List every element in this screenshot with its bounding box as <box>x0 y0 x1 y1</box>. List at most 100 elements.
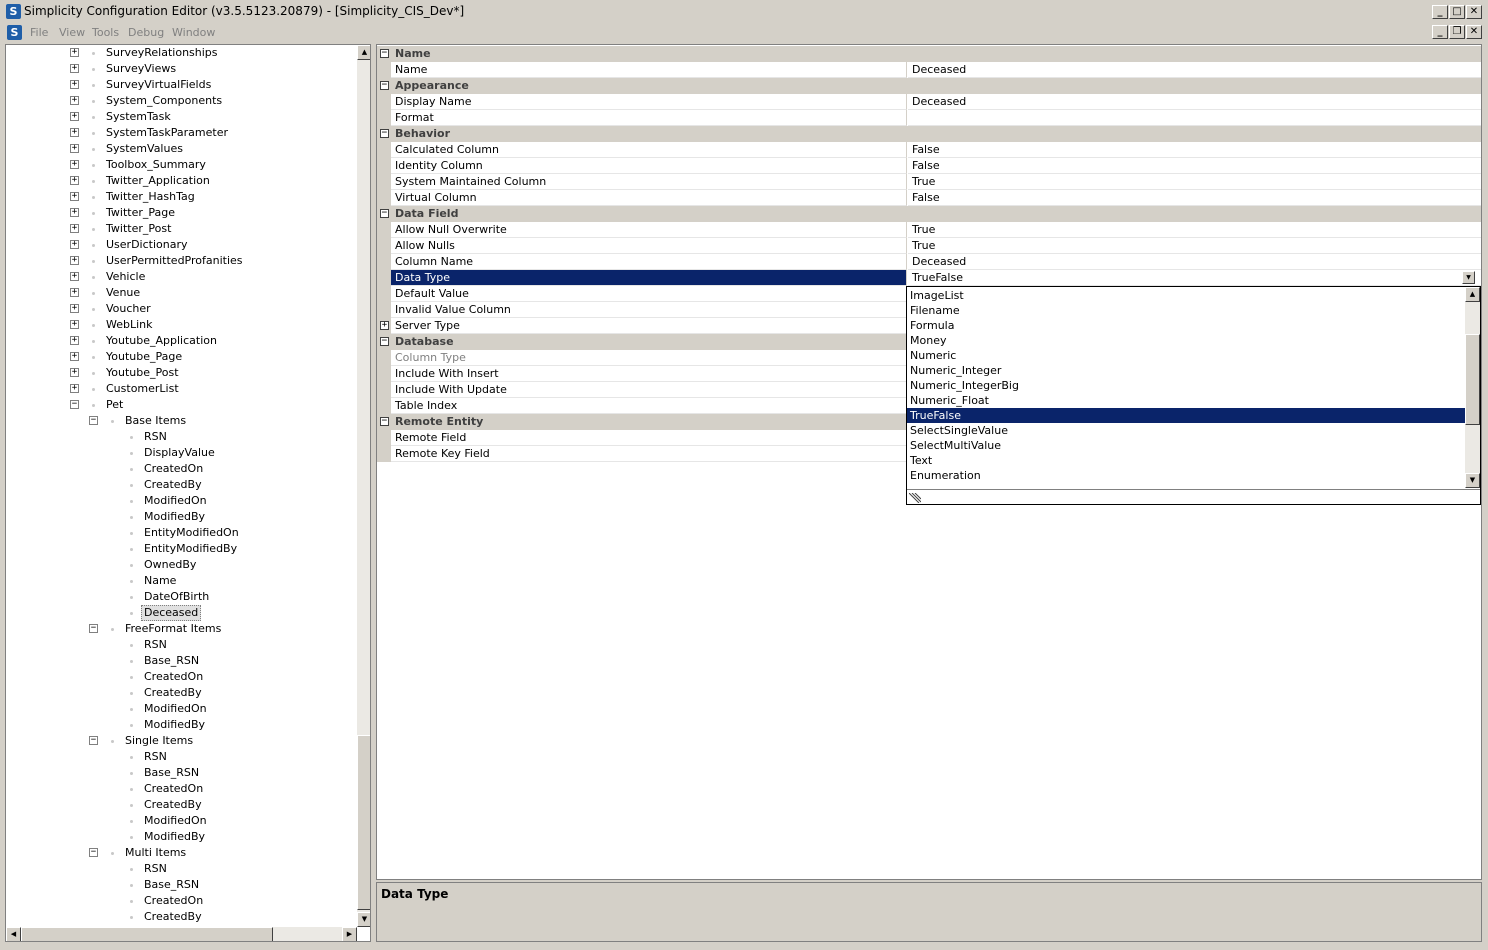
collapse-icon[interactable]: − <box>380 337 389 346</box>
tree-item-label[interactable]: RSN <box>144 749 167 765</box>
property-value[interactable]: False <box>908 142 1481 158</box>
tree-item-label[interactable]: RSN <box>144 637 167 653</box>
tree-entity-item[interactable]: + SurveyViews <box>6 61 356 77</box>
mdi-minimize-icon[interactable]: _ <box>1432 25 1448 39</box>
tree-field-item[interactable]: DisplayValue <box>6 445 356 461</box>
tree-field-item[interactable]: CreatedOn <box>6 461 356 477</box>
tree-item-label[interactable]: EntityModifiedOn <box>144 525 239 541</box>
property-value[interactable]: False <box>908 158 1481 174</box>
tree-item-label[interactable]: Voucher <box>106 301 151 317</box>
property-value[interactable]: Deceased <box>908 94 1481 110</box>
scroll-right-icon[interactable]: ▶ <box>342 927 357 941</box>
tree-item-label[interactable]: Name <box>144 573 176 589</box>
expand-icon[interactable]: + <box>70 112 79 121</box>
property-row[interactable]: Data Type TrueFalse ▼ <box>377 270 1481 286</box>
mdi-restore-icon[interactable]: ❐ <box>1449 25 1465 39</box>
tree-entity-item[interactable]: + Twitter_Post <box>6 221 356 237</box>
collapse-icon[interactable]: − <box>89 416 98 425</box>
tree-item-label[interactable]: ModifiedBy <box>144 717 205 733</box>
tree-entity-item[interactable]: + Twitter_HashTag <box>6 189 356 205</box>
expand-icon[interactable]: + <box>70 64 79 73</box>
tree-field-item[interactable]: CreatedOn <box>6 893 356 909</box>
tree-field-item[interactable]: RSN <box>6 637 356 653</box>
tree-item-label[interactable]: UserPermittedProfanities <box>106 253 243 269</box>
tree-item-label[interactable]: WebLink <box>106 317 153 333</box>
document-icon[interactable]: S <box>7 25 22 40</box>
scroll-up-icon[interactable]: ▲ <box>357 45 370 60</box>
tree-item-label[interactable]: ModifiedOn <box>144 701 207 717</box>
collapse-icon[interactable]: − <box>70 400 79 409</box>
expand-icon[interactable]: + <box>70 256 79 265</box>
collapse-icon[interactable]: − <box>89 848 98 857</box>
dropdown-option[interactable]: Numeric_Integer <box>907 363 1465 378</box>
property-value[interactable]: TrueFalse <box>908 270 1481 286</box>
tree-group-item[interactable]: − FreeFormat Items <box>6 621 356 637</box>
collapse-icon[interactable]: − <box>89 624 98 633</box>
scroll-down-icon[interactable]: ▼ <box>1465 473 1480 488</box>
expand-icon[interactable]: + <box>70 352 79 361</box>
property-name[interactable]: Allow Null Overwrite <box>391 222 907 238</box>
expand-icon[interactable]: + <box>70 128 79 137</box>
tree-entity-item[interactable]: + SurveyVirtualFields <box>6 77 356 93</box>
property-row[interactable]: Identity Column False <box>377 158 1481 174</box>
tree-item-label[interactable]: Venue <box>106 285 140 301</box>
tree-item-label[interactable]: SystemTask <box>106 109 171 125</box>
dropdown-arrow-icon[interactable]: ▼ <box>1462 271 1475 284</box>
property-row[interactable]: Allow Nulls True <box>377 238 1481 254</box>
tree-entity-item[interactable]: + Youtube_Page <box>6 349 356 365</box>
dropdown-option[interactable]: Formula <box>907 318 1465 333</box>
tree-entity-item[interactable]: + UserDictionary <box>6 237 356 253</box>
tree-item-label[interactable]: SurveyRelationships <box>106 45 218 61</box>
dropdown-scrollbar[interactable]: ▲ ▼ <box>1465 287 1480 488</box>
property-name[interactable]: Name <box>391 62 907 78</box>
tree-field-item[interactable]: ModifiedOn <box>6 493 356 509</box>
close-icon[interactable]: ✕ <box>1466 5 1482 19</box>
menu-file[interactable]: File <box>30 26 48 39</box>
dropdown-option[interactable]: Numeric_IntegerBig <box>907 378 1465 393</box>
expand-icon[interactable]: + <box>70 96 79 105</box>
tree-item-label[interactable]: Twitter_Application <box>106 173 210 189</box>
tree-item-label[interactable]: OwnedBy <box>144 557 196 573</box>
property-category[interactable]: − Name <box>377 46 1481 62</box>
tree-entity-item[interactable]: + WebLink <box>6 317 356 333</box>
tree-field-item[interactable]: Name <box>6 573 356 589</box>
tree-field-item[interactable]: CreatedBy <box>6 797 356 813</box>
property-category[interactable]: − Behavior <box>377 126 1481 142</box>
minimize-icon[interactable]: _ <box>1432 5 1448 19</box>
collapse-icon[interactable]: − <box>380 129 389 138</box>
tree-entity-item[interactable]: + System_Components <box>6 93 356 109</box>
tree-item-label[interactable]: CreatedOn <box>144 893 203 909</box>
tree-item-label[interactable]: DateOfBirth <box>144 589 209 605</box>
menu-tools[interactable]: Tools <box>92 26 119 39</box>
expand-icon[interactable]: + <box>70 288 79 297</box>
tree-entity-item[interactable]: − Pet <box>6 397 356 413</box>
tree-field-item[interactable]: CreatedOn <box>6 669 356 685</box>
expand-icon[interactable]: + <box>70 272 79 281</box>
tree-field-item[interactable]: Base_RSN <box>6 653 356 669</box>
tree-item-label[interactable]: CreatedOn <box>144 669 203 685</box>
property-row[interactable]: Allow Null Overwrite True <box>377 222 1481 238</box>
tree-field-item[interactable]: ModifiedOn <box>6 813 356 829</box>
property-name[interactable]: Format <box>391 110 907 126</box>
dropdown-option[interactable]: TrueFalse <box>907 408 1465 423</box>
collapse-icon[interactable]: − <box>380 49 389 58</box>
tree-item-label[interactable]: Vehicle <box>106 269 145 285</box>
expand-icon[interactable]: + <box>70 208 79 217</box>
tree-field-item[interactable]: ModifiedOn <box>6 701 356 717</box>
menu-window[interactable]: Window <box>172 26 215 39</box>
tree-item-label[interactable]: Multi Items <box>125 845 186 861</box>
property-name[interactable]: Allow Nulls <box>391 238 907 254</box>
property-name[interactable]: Include With Insert <box>391 366 907 382</box>
entity-tree[interactable]: + SurveyRelationships + SurveyViews + SurveyV… <box>5 44 371 942</box>
dropdown-option[interactable]: Filename <box>907 303 1465 318</box>
dropdown-option[interactable]: Numeric_Float <box>907 393 1465 408</box>
property-value[interactable] <box>908 110 1481 126</box>
property-row[interactable]: Name Deceased <box>377 62 1481 78</box>
tree-entity-item[interactable]: + UserPermittedProfanities <box>6 253 356 269</box>
tree-entity-item[interactable]: + Vehicle <box>6 269 356 285</box>
dropdown-option[interactable]: Enumeration <box>907 468 1465 483</box>
tree-entity-item[interactable]: + Venue <box>6 285 356 301</box>
expand-icon[interactable]: + <box>70 240 79 249</box>
tree-item-label[interactable]: SurveyVirtualFields <box>106 77 211 93</box>
tree-item-label[interactable]: CreatedBy <box>144 909 202 925</box>
